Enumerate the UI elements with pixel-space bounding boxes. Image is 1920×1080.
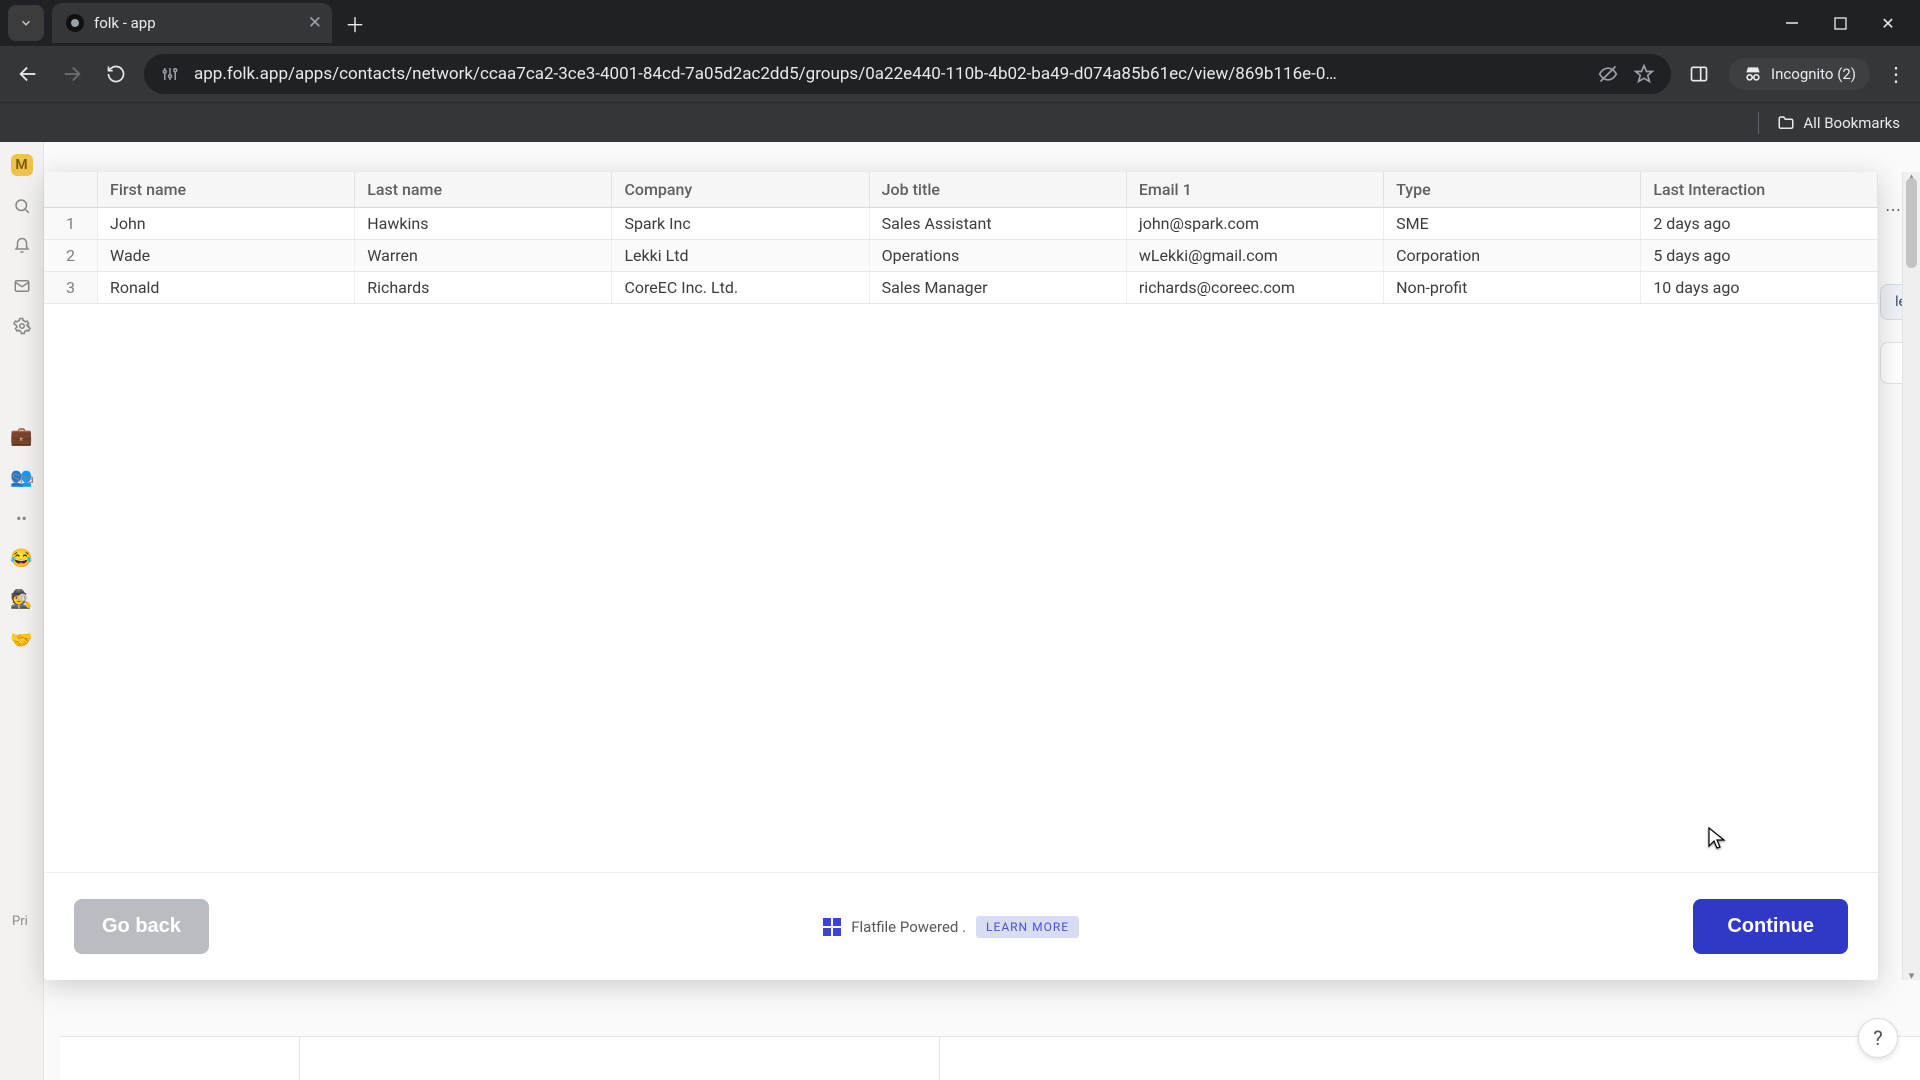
rownum-header (44, 172, 98, 208)
tab-search-button[interactable] (8, 5, 44, 41)
page-menu-icon[interactable]: ⋯ (1882, 198, 1904, 220)
table-cell[interactable]: SME (1384, 208, 1641, 240)
table-cell[interactable]: 5 days ago (1641, 240, 1878, 272)
table-cell[interactable]: John (98, 208, 355, 240)
sidebar-section-label: Sha (12, 472, 34, 487)
modal-footer: Go back Flatfile Powered . LEARN MORE Co… (44, 872, 1878, 980)
continue-button[interactable]: Continue (1693, 899, 1848, 954)
table-cell[interactable]: Lekki Ltd (612, 240, 869, 272)
bookmarks-bar: All Bookmarks (0, 102, 1920, 142)
eye-off-icon[interactable] (1597, 64, 1619, 84)
scroll-thumb[interactable] (1906, 178, 1917, 268)
search-icon[interactable] (12, 196, 32, 216)
learn-more-link[interactable]: LEARN MORE (976, 916, 1079, 938)
table-cell[interactable]: Wade (98, 240, 355, 272)
col-header[interactable]: Last Interaction (1641, 172, 1878, 208)
divider (1758, 112, 1759, 134)
table-cell[interactable]: Warren (355, 240, 612, 272)
row-number: 3 (44, 272, 98, 304)
gear-icon[interactable] (12, 316, 32, 336)
table-cell[interactable]: wLekki@gmail.com (1126, 240, 1383, 272)
go-back-button[interactable]: Go back (74, 899, 209, 954)
flatfile-badge: Flatfile Powered . LEARN MORE (823, 916, 1079, 938)
sidebar-item[interactable]: 💼 (10, 426, 32, 447)
table-cell[interactable]: Sales Manager (869, 272, 1126, 304)
col-header[interactable]: Job title (869, 172, 1126, 208)
row-number: 1 (44, 208, 98, 240)
new-tab-button[interactable]: ＋ (338, 6, 372, 40)
bookmark-star-icon[interactable] (1633, 64, 1655, 84)
bg-footer (60, 1036, 1920, 1080)
page: M 💼 👥 •• 😂 🕵️ 🤝 Sha Pri ⋯ le First name (0, 142, 1920, 1080)
more-icon[interactable]: •• (12, 508, 32, 528)
url-text: app.folk.app/apps/contacts/network/ccaa7… (194, 64, 1583, 84)
sidebar-item[interactable]: 🕵️ (10, 589, 32, 610)
incognito-badge[interactable]: Incognito (2) (1729, 58, 1870, 90)
sidebar-section-label: Pri (12, 914, 28, 929)
table-cell[interactable]: Non-profit (1384, 272, 1641, 304)
window-controls: ✕ (1782, 14, 1920, 33)
table-row[interactable]: 2WadeWarrenLekki LtdOperationswLekki@gma… (44, 240, 1878, 272)
minimize-button[interactable] (1782, 14, 1802, 33)
data-table: First name Last name Company Job title E… (44, 172, 1878, 304)
table-cell[interactable]: Corporation (1384, 240, 1641, 272)
tab-favicon (66, 14, 84, 32)
close-window-button[interactable]: ✕ (1878, 14, 1898, 33)
incognito-label: Incognito (2) (1771, 65, 1856, 83)
col-header[interactable]: Type (1384, 172, 1641, 208)
incognito-icon (1743, 64, 1763, 84)
bell-icon[interactable] (12, 236, 32, 256)
mail-icon[interactable] (12, 276, 32, 296)
import-modal: First name Last name Company Job title E… (44, 172, 1878, 980)
sidepanel-icon[interactable] (1683, 58, 1715, 90)
table-row[interactable]: 1JohnHawkinsSpark IncSales Assistantjohn… (44, 208, 1878, 240)
table-cell[interactable]: richards@coreec.com (1126, 272, 1383, 304)
flatfile-logo-icon (823, 918, 841, 936)
browser-chrome: folk - app ✕ ＋ ✕ app.folk.app/apps/conta… (0, 0, 1920, 142)
close-tab-button[interactable]: ✕ (308, 13, 322, 33)
table-cell[interactable]: john@spark.com (1126, 208, 1383, 240)
col-header[interactable]: Last name (355, 172, 612, 208)
flatfile-text: Flatfile Powered . (851, 918, 966, 936)
table-cell[interactable]: Spark Inc (612, 208, 869, 240)
site-settings-icon[interactable] (160, 65, 180, 83)
nav-back-button[interactable] (12, 58, 44, 90)
col-header[interactable]: Company (612, 172, 869, 208)
table-cell[interactable]: Hawkins (355, 208, 612, 240)
table-cell[interactable]: Operations (869, 240, 1126, 272)
tab-title: folk - app (94, 14, 156, 32)
scroll-down-icon[interactable]: ▾ (1903, 969, 1920, 982)
col-header[interactable]: First name (98, 172, 355, 208)
browser-tab[interactable]: folk - app ✕ (52, 3, 332, 43)
table-cell[interactable]: 2 days ago (1641, 208, 1878, 240)
help-button[interactable]: ? (1858, 1018, 1898, 1058)
nav-forward-button[interactable] (56, 58, 88, 90)
address-bar[interactable]: app.folk.app/apps/contacts/network/ccaa7… (144, 54, 1671, 94)
table-header-row: First name Last name Company Job title E… (44, 172, 1878, 208)
all-bookmarks-button[interactable]: All Bookmarks (1777, 114, 1900, 132)
table-cell[interactable]: Ronald (98, 272, 355, 304)
scrollbar[interactable]: ▴ ▾ (1902, 172, 1920, 980)
row-number: 2 (44, 240, 98, 272)
table-row[interactable]: 3RonaldRichardsCoreEC Inc. Ltd.Sales Man… (44, 272, 1878, 304)
chevron-down-icon (19, 16, 33, 30)
nav-reload-button[interactable] (100, 58, 132, 90)
app-sidebar: M 💼 👥 •• 😂 🕵️ 🤝 (0, 142, 44, 1080)
tab-strip: folk - app ✕ ＋ ✕ (0, 0, 1920, 46)
folder-icon (1777, 114, 1795, 132)
browser-toolbar: app.folk.app/apps/contacts/network/ccaa7… (0, 46, 1920, 102)
table-scroll[interactable]: First name Last name Company Job title E… (44, 172, 1878, 872)
maximize-button[interactable] (1830, 14, 1850, 33)
bookmarks-label: All Bookmarks (1803, 114, 1900, 132)
table-cell[interactable]: Sales Assistant (869, 208, 1126, 240)
sidebar-item[interactable]: 🤝 (10, 630, 32, 651)
sidebar-item[interactable]: 😂 (10, 548, 32, 569)
table-cell[interactable]: CoreEC Inc. Ltd. (612, 272, 869, 304)
browser-menu-button[interactable]: ⋮ (1884, 62, 1908, 86)
table-cell[interactable]: 10 days ago (1641, 272, 1878, 304)
table-cell[interactable]: Richards (355, 272, 612, 304)
workspace-avatar[interactable]: M (11, 154, 33, 176)
col-header[interactable]: Email 1 (1126, 172, 1383, 208)
